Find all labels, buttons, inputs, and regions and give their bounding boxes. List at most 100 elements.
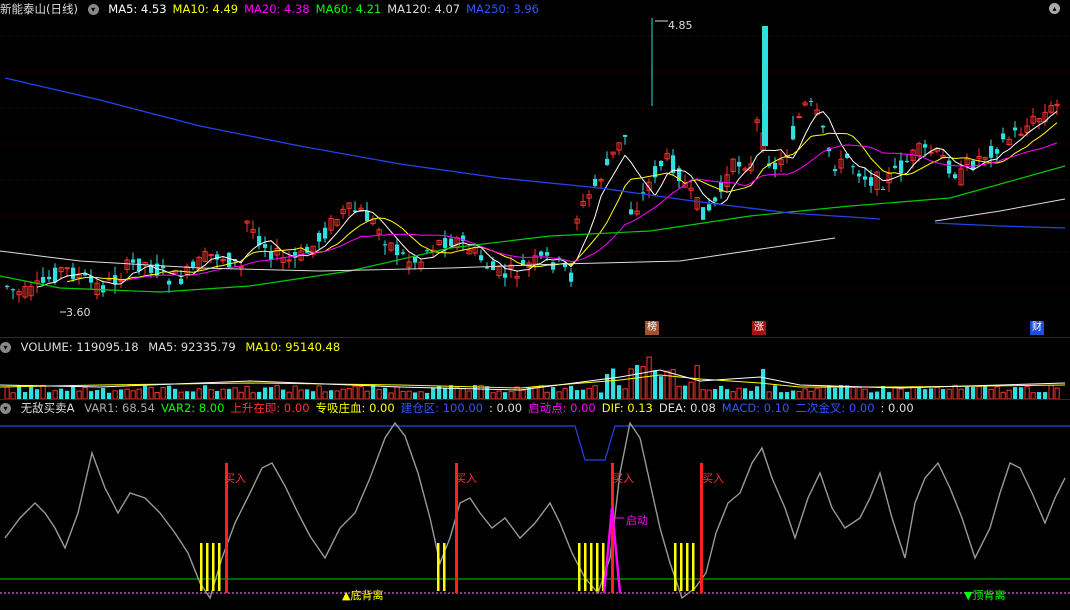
- low-price-label: 3.60: [66, 306, 91, 319]
- volume-bar: [820, 386, 826, 400]
- candle-body: [113, 275, 118, 285]
- volume-bar: [934, 386, 940, 400]
- volume-bar: [340, 388, 346, 400]
- volume-bar: [569, 385, 574, 399]
- ma-legend-item: MA5: 4.53: [108, 2, 167, 16]
- buy-label: 买入: [612, 472, 634, 485]
- candle-body: [947, 160, 952, 174]
- volume-bar: [628, 368, 634, 400]
- candle-body: [851, 166, 856, 168]
- candle-body: [605, 158, 610, 166]
- volume-bar: [910, 386, 916, 400]
- volume-value: VOLUME: 119095.18: [20, 340, 139, 354]
- volume-bar: [503, 392, 508, 399]
- volume-bar: [520, 389, 526, 400]
- yellow-signal: [212, 543, 215, 591]
- volume-bar: [112, 390, 118, 400]
- volume-bar: [875, 391, 880, 399]
- volume-bar: [676, 385, 682, 400]
- volume-bar: [1024, 386, 1030, 400]
- volume-bar: [659, 376, 664, 399]
- volume-bar: [766, 391, 772, 400]
- indicator-legend-item: 专吸庄血: 0.00: [315, 401, 395, 415]
- yellow-signal: [692, 543, 695, 591]
- volume-bar: [173, 388, 178, 399]
- candle-body: [791, 125, 796, 140]
- volume-chart[interactable]: [0, 355, 1070, 400]
- candle-body: [629, 209, 634, 215]
- yellow-signal: [686, 543, 689, 591]
- indicator-legend-item: VAR1: 68.54: [84, 401, 155, 415]
- volume-bar: [983, 385, 988, 399]
- badge-cai[interactable]: 财: [1030, 321, 1044, 335]
- yellow-signal: [200, 543, 203, 591]
- volume-bar: [29, 386, 34, 399]
- candle-body: [1001, 133, 1006, 140]
- volume-bar: [556, 391, 562, 400]
- volume-bar: [305, 389, 310, 399]
- indicator-legend-item: 上升在即: 0.00: [230, 401, 310, 415]
- collapse-icon[interactable]: ▾: [0, 403, 11, 414]
- volume-bar: [4, 386, 10, 400]
- volume-bar: [413, 392, 418, 399]
- bottom-divergence: ▲底背离: [342, 589, 384, 602]
- indicator-chart[interactable]: [0, 418, 1070, 610]
- volume-ma10: MA10: 95140.48: [245, 340, 341, 354]
- volume-bar: [358, 386, 364, 400]
- volume-bar: [808, 390, 814, 400]
- volume-bar: [167, 385, 172, 399]
- candle-body: [821, 125, 826, 128]
- volume-bar: [592, 385, 598, 400]
- indicator-title[interactable]: 无敌买卖A: [21, 401, 75, 415]
- volume-ma5: MA5: 92335.79: [148, 340, 236, 354]
- volume-bar: [688, 381, 694, 400]
- volume-bar: [605, 374, 610, 399]
- volume-bar: [929, 388, 934, 399]
- volume-bar: [269, 387, 274, 399]
- buy-label: 买入: [455, 472, 477, 485]
- indicator-legend-item: : 0.00: [488, 401, 523, 415]
- collapse-icon[interactable]: ▾: [87, 4, 99, 15]
- volume-bar: [725, 389, 730, 399]
- stock-title[interactable]: 新能泰山(日线): [0, 2, 78, 16]
- volume-bar: [82, 387, 88, 400]
- volume-bar: [562, 388, 568, 400]
- candle-body: [593, 178, 598, 186]
- candle-body: [53, 267, 58, 283]
- volume-bar: [785, 392, 790, 399]
- badge-bang[interactable]: 榜: [645, 321, 659, 335]
- ma250-line: [4, 77, 881, 220]
- volume-bar: [622, 388, 628, 400]
- expand-arrow-icon[interactable]: ▴: [1049, 3, 1060, 14]
- volume-bar: [292, 385, 298, 400]
- candle-body: [5, 285, 10, 288]
- volume-bar: [124, 388, 130, 400]
- volume-bar: [17, 385, 22, 399]
- candle-body: [737, 161, 742, 167]
- candle-body: [227, 252, 232, 268]
- yellow-signal: [596, 543, 599, 591]
- volume-bar: [941, 389, 946, 399]
- volume-bar: [376, 388, 382, 400]
- candle-body: [11, 289, 16, 291]
- volume-bar: [892, 386, 898, 400]
- candle-body: [41, 276, 46, 283]
- collapse-icon[interactable]: ▾: [0, 342, 11, 353]
- volume-bar: [178, 391, 184, 400]
- volume-bar: [611, 368, 616, 399]
- candle-body: [179, 278, 184, 284]
- volume-bar: [581, 389, 586, 399]
- volume-bar: [898, 388, 904, 400]
- candlestick-chart[interactable]: [0, 16, 1070, 338]
- badge-zhang[interactable]: 涨: [752, 321, 766, 335]
- indicator-header: ▾ 无敌买卖A VAR1: 68.54 VAR2: 8.00 上升在即: 0.00 专…: [0, 399, 926, 417]
- volume-bar: [1013, 387, 1018, 399]
- volume-bar: [65, 390, 70, 399]
- volume-bar: [917, 387, 922, 399]
- candle-body: [131, 259, 136, 263]
- volume-bar: [227, 388, 232, 399]
- volume-bar: [208, 389, 214, 400]
- candle-body: [989, 145, 994, 158]
- volume-bar: [263, 387, 268, 399]
- ma250-line: [934, 222, 1066, 229]
